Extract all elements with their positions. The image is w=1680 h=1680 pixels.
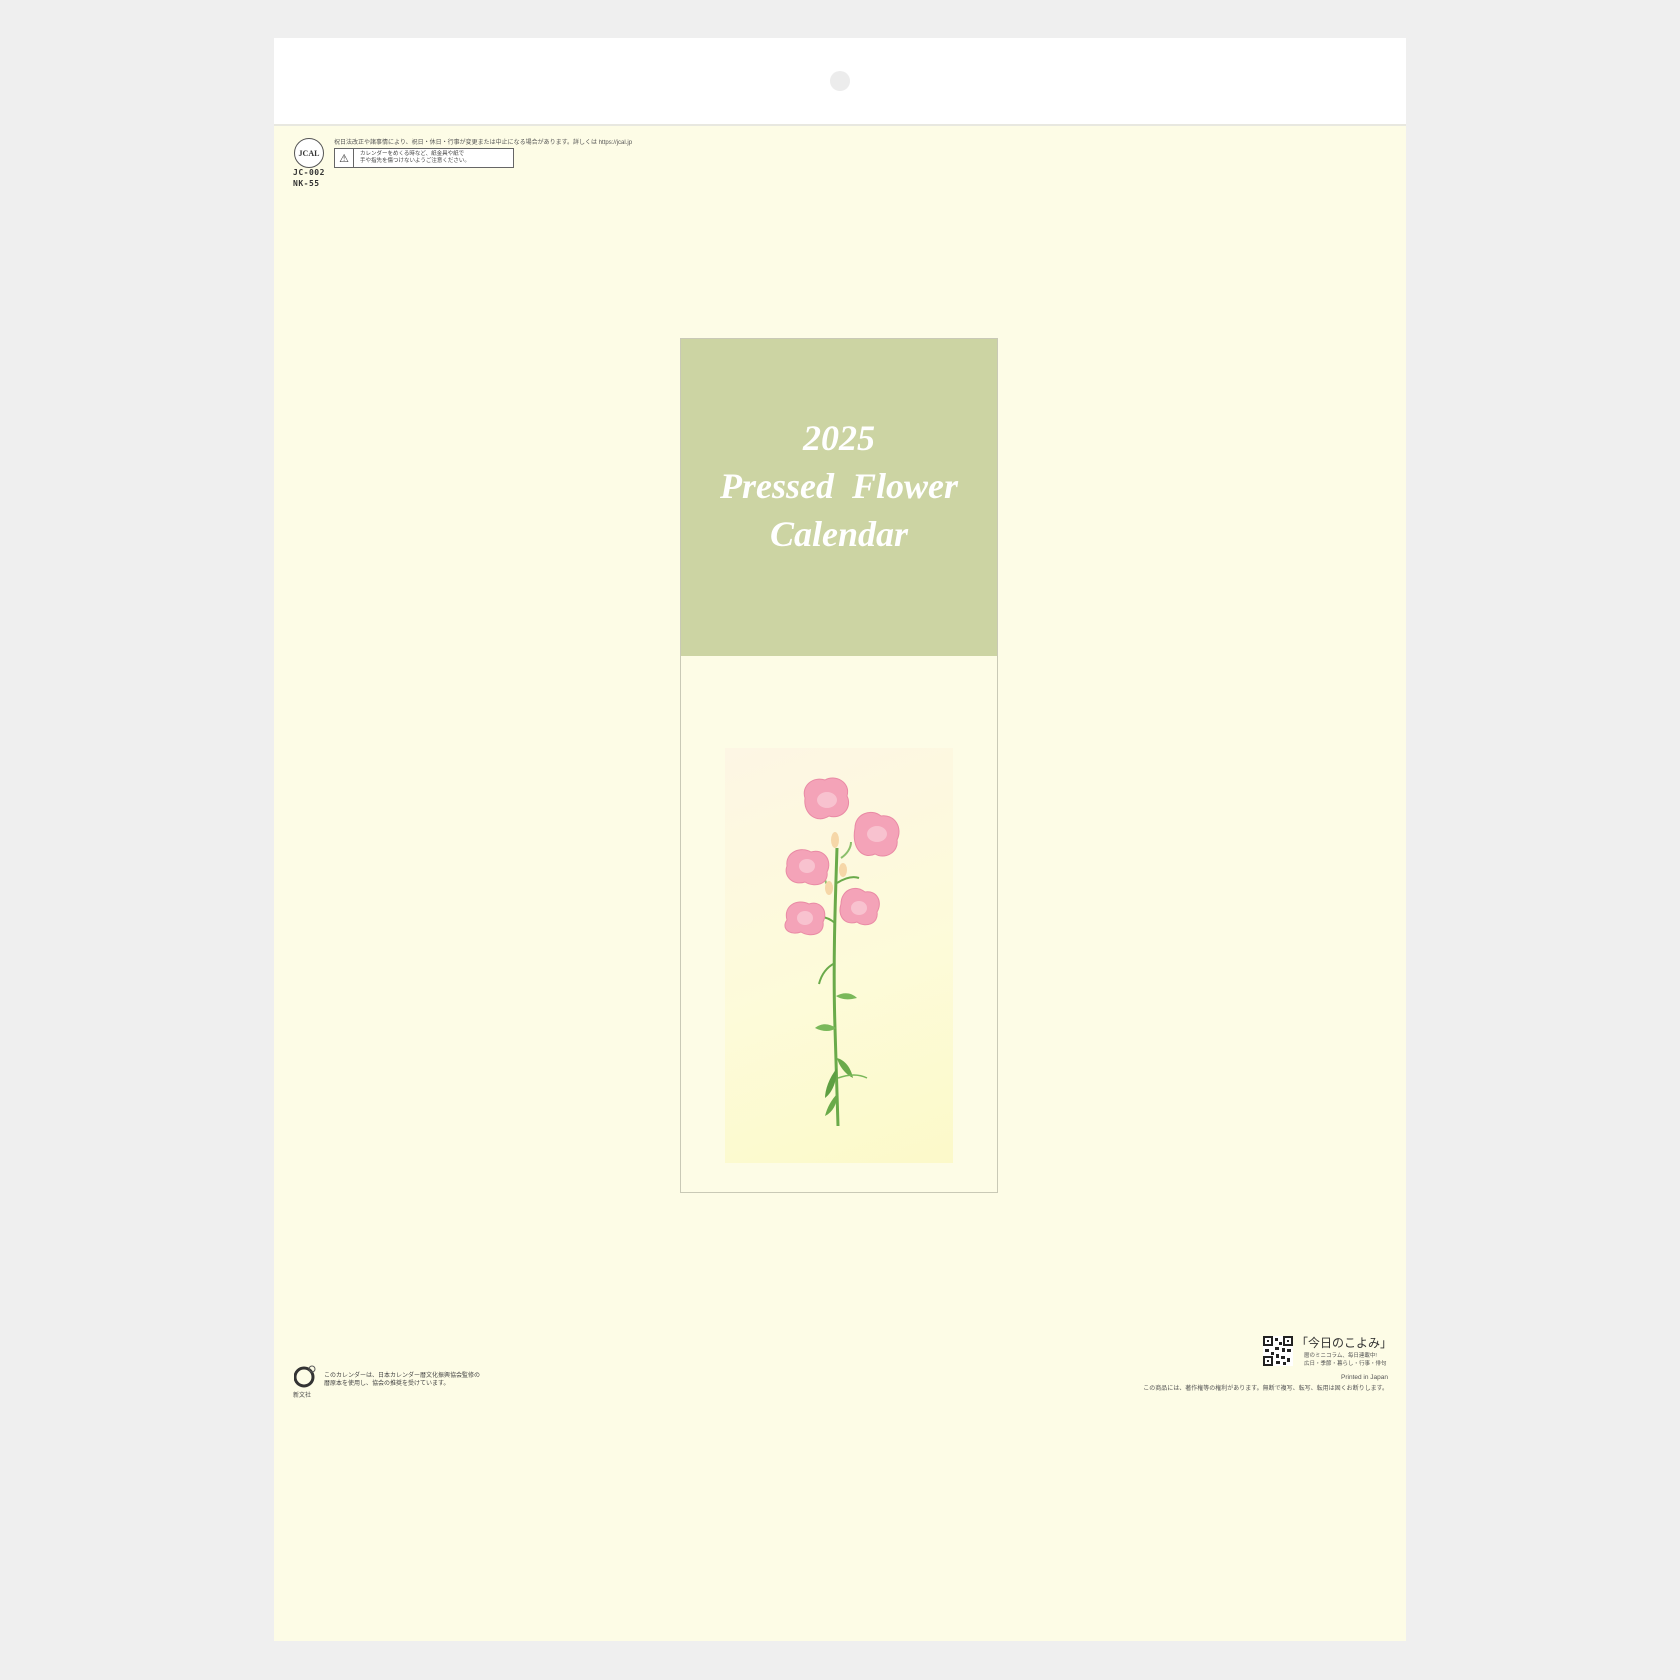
koyomi-title: 「今日のこよみ」 <box>1296 1336 1393 1350</box>
cover-title-line-2: Calendar <box>769 513 909 554</box>
product-code: JC-002 <box>293 168 325 177</box>
publisher-note: このカレンダーは、日本カレンダー暦文化振興協会監修の 暦原本を使用し、協会の推奨… <box>324 1372 524 1388</box>
warning-triangle-icon: ⚠ <box>335 149 354 167</box>
cover-panel: 2025 Pressed Flower Calendar <box>680 338 998 1193</box>
hanging-hole <box>830 71 850 91</box>
koyomi-line-1: 暦のミニコラム、毎日連載中! <box>1304 1353 1377 1359</box>
publisher-note-line-1: このカレンダーは、日本カレンダー暦文化振興協会監修の <box>324 1373 481 1379</box>
publisher-logo-icon <box>294 1365 316 1388</box>
cover-title-line-1: Pressed Flower <box>720 465 958 506</box>
jcal-logo: JCAL <box>294 138 324 168</box>
copyright-notice: この商品には、著作権等の権利があります。無断で複写、転写、転用は固くお断りします… <box>1143 1386 1388 1392</box>
pressed-flower-image <box>725 748 953 1163</box>
koyomi-description: 暦のミニコラム、毎日連載中! 広日・季節・暮らし・行事・俳句 <box>1304 1352 1387 1368</box>
calendar-sheet: JCAL JC-002 NK-55 祝日法改正や諸事情により、祝日・休日・行事が… <box>274 38 1406 1641</box>
sweet-pea-illustration <box>784 777 900 1127</box>
publisher-note-line-2: 暦原本を使用し、協会の推奨を受けています。 <box>324 1381 450 1387</box>
publisher-name: 新文社 <box>293 1393 312 1399</box>
qr-code-icon <box>1263 1336 1293 1366</box>
warning-text: カレンダーをめくる時など、紙金具や紙で 手や指先を傷つけないようご注意ください。 <box>354 151 510 165</box>
warning-line-1: カレンダーをめくる時など、紙金具や紙で <box>360 151 465 157</box>
product-number: NK-55 <box>293 179 320 188</box>
printed-in-japan: Printed in Japan <box>1341 1374 1388 1381</box>
warning-line-2: 手や指先を傷つけないようご注意ください。 <box>360 158 470 164</box>
warning-box: ⚠ カレンダーをめくる時など、紙金具や紙で 手や指先を傷つけないようご注意くださ… <box>334 148 514 168</box>
cover-title-block: 2025 Pressed Flower Calendar <box>681 339 997 656</box>
holiday-notice: 祝日法改正や諸事情により、祝日・休日・行事が変更または中止になる場合があります。… <box>334 140 633 146</box>
cover-year: 2025 <box>803 417 875 458</box>
koyomi-line-2: 広日・季節・暮らし・行事・俳句 <box>1304 1361 1387 1367</box>
hanger-strip <box>274 38 1406 126</box>
